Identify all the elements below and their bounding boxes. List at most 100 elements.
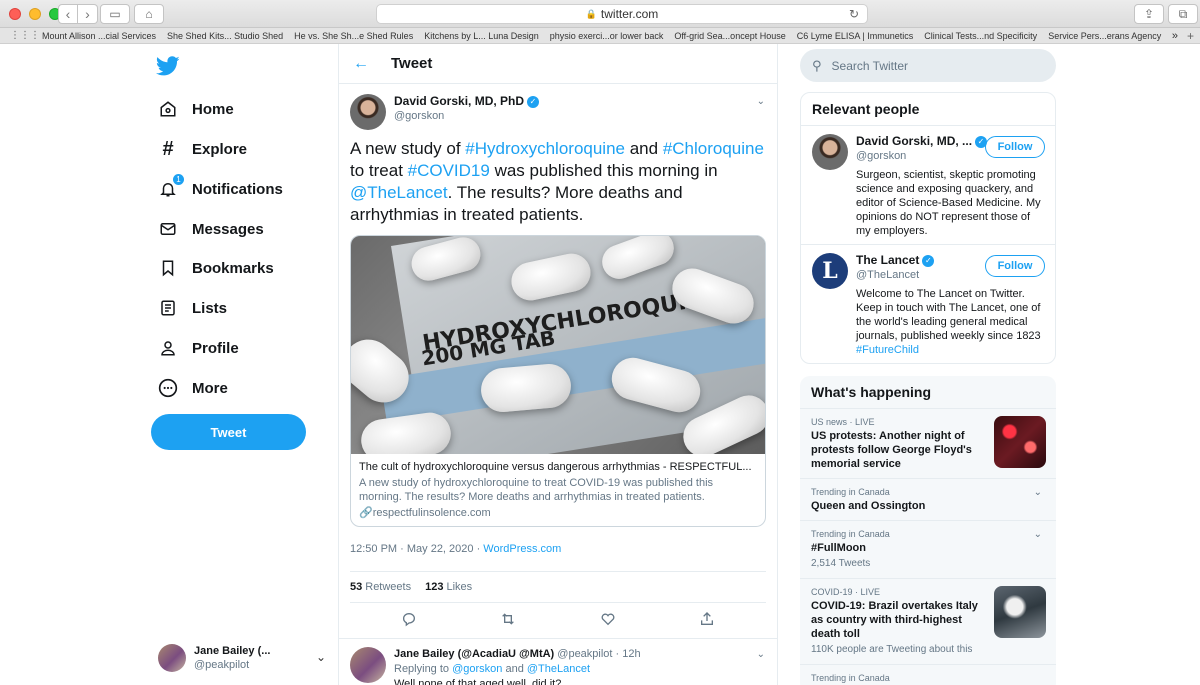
trend-count: 110K people are Tweeting about this xyxy=(811,644,973,655)
nav-more-label: More xyxy=(192,379,228,397)
mail-icon xyxy=(158,219,178,239)
avatar xyxy=(158,644,186,672)
reply-author-name[interactable]: Jane Bailey (@AcadiaU @MtA) xyxy=(394,648,554,660)
home-browser-icon[interactable]: ⌂ xyxy=(134,4,164,24)
person-item[interactable]: L The Lancet ✓ @TheLancet Follow Welcome … xyxy=(801,245,1055,363)
chevron-down-icon[interactable]: ⌄ xyxy=(757,96,765,107)
trend-title: US protests: Another night of protests f… xyxy=(811,430,972,470)
forward-browser-icon[interactable]: › xyxy=(78,4,98,24)
main-column: ← Tweet David Gorski, MD, PhD ✓ @gorskon … xyxy=(338,44,778,685)
nav-home[interactable]: Home xyxy=(158,94,234,124)
more-bookmarks-icon[interactable]: » xyxy=(1172,30,1178,42)
nav-more[interactable]: More xyxy=(158,373,228,403)
reply-icon[interactable] xyxy=(395,611,423,630)
author-handle[interactable]: @gorskon xyxy=(394,109,539,124)
tweet-timestamp[interactable]: 12:50 PM · May 22, 2020 · xyxy=(350,543,483,555)
nav-explore-label: Explore xyxy=(192,140,248,158)
likes-number: 123 xyxy=(425,581,444,593)
tweet-author: David Gorski, MD, PhD ✓ @gorskon xyxy=(350,94,766,130)
likes-count[interactable]: 123 Likes xyxy=(425,581,472,593)
follow-button[interactable]: Follow xyxy=(985,136,1045,158)
author-name-text: David Gorski, MD, PhD xyxy=(394,94,525,108)
bookmark-item[interactable]: Off-grid Sea...oncept House xyxy=(674,31,785,41)
back-arrow-icon[interactable]: ← xyxy=(353,55,369,73)
trend-context: Trending in Canada xyxy=(811,529,890,539)
chevron-down-icon[interactable]: ⌄ xyxy=(1034,487,1042,498)
nav-profile[interactable]: Profile xyxy=(158,333,239,363)
bookmark-item[interactable]: Mount Allison ...cial Services xyxy=(42,31,156,41)
author-name[interactable]: David Gorski, MD, PhD ✓ xyxy=(394,94,540,109)
back-browser-icon[interactable]: ‹ xyxy=(58,4,78,24)
like-icon[interactable] xyxy=(594,611,622,630)
pill xyxy=(358,409,454,454)
retweets-label: Retweets xyxy=(365,581,412,593)
nav-lists[interactable]: Lists xyxy=(158,293,227,323)
trend-item[interactable]: COVID-19 · LIVE COVID-19: Brazil overtak… xyxy=(800,579,1056,665)
bookmark-item[interactable]: Clinical Tests...nd Specificity xyxy=(924,31,1037,41)
main-header: ← Tweet xyxy=(339,44,777,84)
reload-icon[interactable]: ↻ xyxy=(849,7,859,21)
account-switcher[interactable]: Jane Bailey (... @peakpilot ⌄ xyxy=(158,642,328,674)
trend-item[interactable]: Trending in Canada Queen and Ossington ⌄ xyxy=(800,479,1056,521)
tweet-source[interactable]: WordPress.com xyxy=(483,543,561,555)
tabs-overview-icon[interactable]: ⧉ xyxy=(1168,4,1198,24)
card-image: HYDROXYCHLOROQUINE 200 MG TAB xyxy=(351,236,765,454)
mention-link[interactable]: @gorskon xyxy=(452,663,502,675)
follow-button[interactable]: Follow xyxy=(985,255,1045,277)
mention-link[interactable]: @TheLancet xyxy=(350,183,448,202)
retweets-count[interactable]: 53 Retweets xyxy=(350,581,411,593)
bookmark-item[interactable]: He vs. She Sh...e Shed Rules xyxy=(294,31,413,41)
search-input[interactable]: ⚲ Search Twitter xyxy=(800,49,1056,82)
nav-messages[interactable]: Messages xyxy=(158,214,264,244)
nav-explore[interactable]: # Explore xyxy=(158,134,247,164)
retweet-icon[interactable] xyxy=(494,611,522,630)
url-text: twitter.com xyxy=(600,7,659,21)
whats-happening-title: What's happening xyxy=(800,376,1056,409)
new-tab-icon[interactable]: + xyxy=(1187,29,1194,43)
trend-item[interactable]: US news · LIVE US protests: Another nigh… xyxy=(800,409,1056,479)
reply-time[interactable]: · 12h xyxy=(616,648,641,660)
sidebar-toggle-icon[interactable]: ▭ xyxy=(100,4,130,24)
avatar[interactable] xyxy=(350,647,386,683)
compose-tweet-button[interactable]: Tweet xyxy=(151,414,306,450)
hashtag-link[interactable]: #Chloroquine xyxy=(663,139,764,158)
share-icon[interactable] xyxy=(693,611,721,630)
hashtag-link[interactable]: #Hydroxychloroquine xyxy=(465,139,625,158)
tweet-text-part: A new study of xyxy=(350,139,466,158)
card-url-text: respectfulinsolence.com xyxy=(372,507,491,519)
tweet-actions xyxy=(339,603,777,639)
nav-bookmarks[interactable]: Bookmarks xyxy=(158,253,274,283)
grid-icon[interactable]: ⋮⋮⋮ xyxy=(10,30,40,41)
replying-and: and xyxy=(502,663,527,675)
person-item[interactable]: David Gorski, MD, ... ✓ @gorskon Follow S… xyxy=(801,126,1055,245)
bookmark-item[interactable]: physio exerci...or lower back xyxy=(550,31,664,41)
bookmark-item[interactable]: She Shed Kits... Studio Shed xyxy=(167,31,283,41)
reply-tweet[interactable]: Jane Bailey (@AcadiaU @MtA) @peakpilot ·… xyxy=(339,639,777,685)
nav-lists-label: Lists xyxy=(192,299,228,317)
hashtag-link[interactable]: #COVID19 xyxy=(408,161,490,180)
avatar[interactable] xyxy=(812,134,848,170)
link-card[interactable]: HYDROXYCHLOROQUINE 200 MG TAB The cult o… xyxy=(350,235,766,527)
trend-item[interactable]: Trending in Canada xyxy=(800,665,1056,685)
bookmark-item[interactable]: Service Pers...erans Agency xyxy=(1048,31,1161,41)
chevron-down-icon[interactable]: ⌄ xyxy=(757,649,765,660)
mention-link[interactable]: @TheLancet xyxy=(527,663,590,675)
nav-notifications[interactable]: 1 Notifications xyxy=(158,174,283,204)
bookmark-item[interactable]: C6 Lyme ELISA | Immunetics xyxy=(797,31,914,41)
avatar[interactable] xyxy=(350,94,386,130)
relevant-people-panel: Relevant people David Gorski, MD, ... ✓ @… xyxy=(800,92,1056,364)
chevron-down-icon[interactable]: ⌄ xyxy=(1034,529,1042,540)
twitter-logo-icon[interactable] xyxy=(156,54,180,78)
link-icon: 🔗 xyxy=(359,507,373,519)
minimize-window-button[interactable] xyxy=(29,8,41,20)
nav-profile-label: Profile xyxy=(192,339,239,357)
hashtag-link[interactable]: #FutureChild xyxy=(856,344,919,356)
share-icon[interactable]: ⇪ xyxy=(1134,4,1164,24)
trend-item[interactable]: Trending in Canada #FullMoon 2,514 Tweet… xyxy=(800,521,1056,579)
close-window-button[interactable] xyxy=(9,8,21,20)
verified-icon: ✓ xyxy=(922,254,935,267)
bookmark-item[interactable]: Kitchens by L... Luna Design xyxy=(424,31,539,41)
address-bar[interactable]: 🔒 twitter.com ↻ xyxy=(376,4,868,24)
lancet-logo-icon[interactable]: L xyxy=(812,253,848,289)
tweet-meta: 12:50 PM · May 22, 2020 · WordPress.com xyxy=(350,543,766,557)
